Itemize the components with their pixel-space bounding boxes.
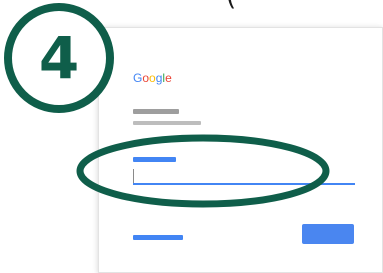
- input-underline: [133, 183, 355, 185]
- text-input-field[interactable]: [133, 166, 355, 186]
- text-cursor: [133, 169, 134, 183]
- tutorial-step-graphic: ( Google 4: [0, 0, 383, 273]
- heading-placeholder: [133, 109, 179, 114]
- step-number: 4: [38, 24, 80, 92]
- logo-letter: e: [165, 71, 172, 85]
- logo-letter: g: [155, 71, 163, 85]
- top-text-fragment: (: [226, 0, 236, 10]
- logo-letter: o: [149, 71, 156, 85]
- link-placeholder[interactable]: [133, 235, 183, 240]
- logo-letter: G: [133, 71, 143, 85]
- google-logo: Google: [133, 71, 172, 85]
- login-card: Google: [98, 27, 383, 273]
- field-label-placeholder: [133, 157, 176, 162]
- subheading-placeholder: [133, 121, 201, 125]
- logo-letter: o: [142, 71, 150, 85]
- step-number-badge: 4: [4, 3, 114, 113]
- next-button[interactable]: [302, 224, 354, 244]
